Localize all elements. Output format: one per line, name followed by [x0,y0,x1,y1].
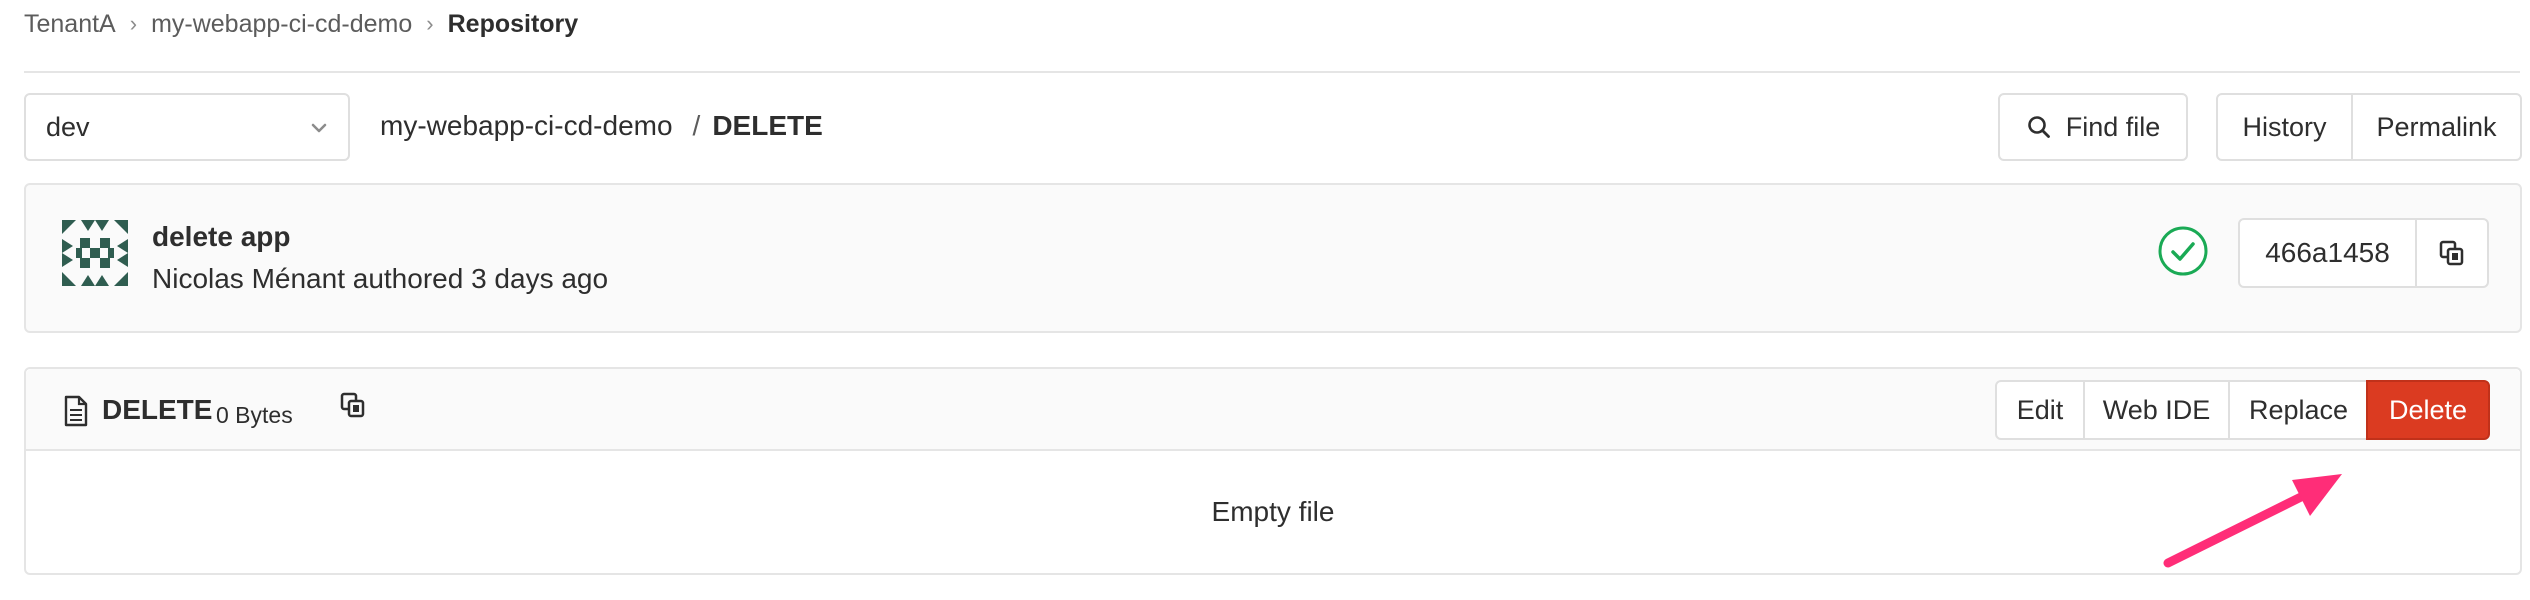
commit-sha-button[interactable]: 466a1458 [2240,220,2417,286]
delete-button[interactable]: Delete [2366,380,2490,440]
breadcrumb-project[interactable]: my-webapp-ci-cd-demo [151,10,412,39]
web-ide-label: Web IDE [2102,394,2211,425]
breadcrumb-separator: › [426,11,434,36]
delete-label: Delete [2388,394,2468,425]
replace-label: Replace [2248,394,2349,425]
file-title-bar: DELETE 0 Bytes Edit Web IDE Replace Dele… [26,369,2520,451]
copy-icon [2439,240,2464,266]
branch-dropdown[interactable]: dev [24,93,350,161]
replace-button[interactable]: Replace [2228,380,2369,440]
pipeline-status-success-icon[interactable] [2157,225,2209,277]
header-divider [24,71,2520,73]
search-icon [2027,116,2050,138]
file-name: DELETE [102,394,213,425]
breadcrumb-current[interactable]: Repository [448,10,579,39]
file-holder: DELETE 0 Bytes Edit Web IDE Replace Dele… [24,367,2522,575]
commit-author-line: Nicolas Ménant authored 3 days ago [152,263,609,294]
breadcrumb-group[interactable]: TenantA [24,10,116,39]
path-current-file[interactable]: DELETE [712,110,822,142]
breadcrumb: TenantA › my-webapp-ci-cd-demo › Reposit… [24,8,578,40]
file-size: 0 Bytes [216,402,293,428]
path-separator: / [692,110,701,141]
file-icon [64,395,88,427]
find-file-button[interactable]: Find file [1998,93,2188,161]
find-file-label: Find file [2065,111,2161,142]
commit-title-link[interactable]: delete app [152,221,290,253]
empty-file-message: Empty file [1211,496,1335,527]
branch-name: dev [46,111,90,142]
permalink-label: Permalink [2376,111,2497,142]
breadcrumb-separator: › [129,11,138,36]
history-label: History [2242,111,2327,142]
web-ide-button[interactable]: Web IDE [2083,380,2230,440]
file-path-breadcrumb: my-webapp-ci-cd-demo / DELETE [380,108,823,144]
copy-sha-button[interactable] [2417,220,2487,286]
gitlab-file-view: TenantA › my-webapp-ci-cd-demo › Reposit… [0,0,2530,600]
edit-button[interactable]: Edit [1995,380,2085,440]
annotation-arrow-icon [2163,474,2342,568]
path-root-link[interactable]: my-webapp-ci-cd-demo [380,110,673,142]
permalink-button[interactable]: Permalink [2351,93,2522,161]
avatar[interactable] [60,218,130,288]
copy-path-icon[interactable] [339,391,367,419]
history-button[interactable]: History [2216,93,2353,161]
edit-label: Edit [2016,394,2064,425]
last-commit-panel: delete app Nicolas Ménant authored 3 day… [24,183,2522,333]
commit-sha-group: 466a1458 [2238,218,2489,288]
chevron-down-icon [311,123,327,133]
